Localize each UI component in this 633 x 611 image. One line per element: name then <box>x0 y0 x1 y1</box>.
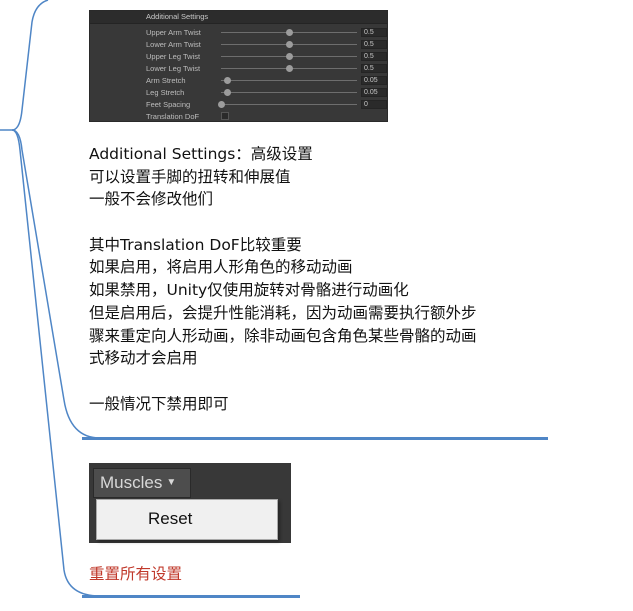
muscles-menu: Reset <box>96 499 278 540</box>
note-line: 骤来重定向人形动画，除非动画包含角色某些骨骼的动画 <box>89 326 477 345</box>
slider-thumb[interactable] <box>285 29 293 36</box>
connector-branch-upper <box>0 0 49 131</box>
settings-row-feet-spacing: Feet Spacing 0 <box>90 99 387 110</box>
settings-header: Additional Settings <box>90 11 387 24</box>
slider-track[interactable] <box>221 77 357 84</box>
note-line: 如果启用，将启用人形角色的移动动画 <box>89 258 353 277</box>
node-underline-reset <box>82 595 300 598</box>
value-field[interactable]: 0.5 <box>361 64 387 73</box>
note-line: 一般不会修改他们 <box>89 190 214 209</box>
connector-branch-reset <box>11 129 101 597</box>
row-label: Lower Arm Twist <box>146 40 201 49</box>
muscles-dropdown-button[interactable]: Muscles ▼ <box>93 468 191 498</box>
note-line: 但是启用后，会提升性能消耗，因为动画需要执行额外步 <box>89 303 477 322</box>
row-label: Translation DoF <box>146 112 200 121</box>
note-line: 一般情况下禁用即可 <box>89 394 229 413</box>
note-line: 可以设置手脚的扭转和伸展值 <box>89 167 291 186</box>
muscles-dropdown-screenshot: Muscles ▼ Reset <box>89 463 291 543</box>
connector-branch-lower <box>11 129 101 439</box>
value-field[interactable]: 0.5 <box>361 52 387 61</box>
slider-thumb[interactable] <box>285 53 293 60</box>
settings-row-translation-dof: Translation DoF <box>90 111 387 122</box>
row-label: Upper Leg Twist <box>146 52 201 61</box>
settings-row-lower-arm-twist: Lower Arm Twist 0.5 <box>90 39 387 50</box>
slider-thumb[interactable] <box>224 89 232 96</box>
node-underline-notes <box>82 437 548 440</box>
note-gap <box>89 370 559 393</box>
settings-row-upper-arm-twist: Upper Arm Twist 0.5 <box>90 27 387 38</box>
slider-track[interactable] <box>221 29 357 36</box>
slider-thumb[interactable] <box>224 77 232 84</box>
value-field[interactable]: 0.05 <box>361 88 387 97</box>
translation-dof-checkbox[interactable] <box>221 112 229 120</box>
slider-thumb[interactable] <box>217 101 225 108</box>
additional-settings-panel: Additional Settings Upper Arm Twist 0.5 … <box>89 10 388 122</box>
settings-row-arm-stretch: Arm Stretch 0.05 <box>90 75 387 86</box>
slider-track[interactable] <box>221 53 357 60</box>
note-line: Additional Settings：高级设置 <box>89 145 313 163</box>
slider-track[interactable] <box>221 89 357 96</box>
row-label: Lower Leg Twist <box>146 64 201 73</box>
reset-note: 重置所有设置 <box>89 565 183 583</box>
row-label: Feet Spacing <box>146 100 191 109</box>
settings-row-upper-leg-twist: Upper Leg Twist 0.5 <box>90 51 387 62</box>
slider-track[interactable] <box>221 65 357 72</box>
row-label: Arm Stretch <box>146 76 186 85</box>
notes-text: Additional Settings：高级设置 可以设置手脚的扭转和伸展值 一… <box>89 143 559 415</box>
row-label: Upper Arm Twist <box>146 28 201 37</box>
slider-thumb[interactable] <box>285 41 293 48</box>
value-field[interactable]: 0.5 <box>361 40 387 49</box>
settings-row-leg-stretch: Leg Stretch 0.05 <box>90 87 387 98</box>
note-gap <box>89 211 559 234</box>
slider-track[interactable] <box>221 41 357 48</box>
note-line: 式移动才会启用 <box>89 349 198 368</box>
note-line: 其中Translation DoF比较重要 <box>89 235 302 254</box>
muscles-label: Muscles <box>100 473 163 492</box>
settings-title: Additional Settings <box>146 12 209 21</box>
value-field[interactable]: 0.05 <box>361 76 387 85</box>
value-field[interactable]: 0 <box>361 100 387 109</box>
slider-track[interactable] <box>217 101 357 108</box>
row-label: Leg Stretch <box>146 88 185 97</box>
slider-thumb[interactable] <box>285 65 293 72</box>
caret-down-icon: ▼ <box>166 477 177 488</box>
value-field[interactable]: 0.5 <box>361 28 387 37</box>
reset-menu-item[interactable]: Reset <box>148 509 192 529</box>
settings-row-lower-leg-twist: Lower Leg Twist 0.5 <box>90 63 387 74</box>
note-line: 如果禁用，Unity仅使用旋转对骨骼进行动画化 <box>89 281 409 300</box>
